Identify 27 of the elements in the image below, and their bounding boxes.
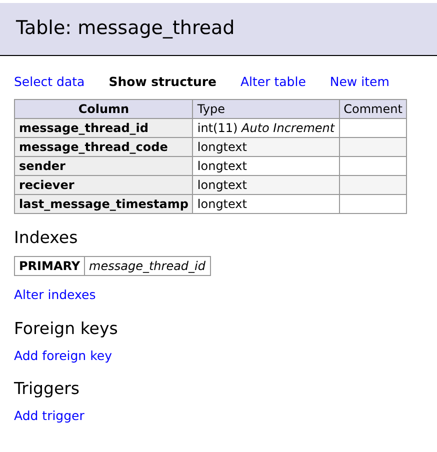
comment-cell [339, 176, 407, 195]
type-cell: longtext [192, 176, 340, 195]
page-title: Table: message_thread [16, 16, 236, 41]
column-name-cell: reciever [14, 176, 193, 195]
index-type-cell: PRIMARY [14, 256, 85, 276]
comment-cell [339, 194, 407, 214]
column-name-cell: message_thread_code [14, 138, 193, 157]
column-header: Comment [339, 100, 407, 119]
action-link[interactable]: Alter indexes [14, 287, 96, 302]
column-name-cell: sender [14, 156, 193, 176]
column-name-cell: message_thread_id [14, 118, 193, 138]
index-column-cell: message_thread_id [84, 256, 210, 276]
column-header: Column [14, 100, 193, 119]
section-heading: Triggers [14, 379, 81, 400]
action-link[interactable]: Add foreign key [14, 348, 112, 363]
section-heading: Foreign keys [14, 318, 119, 339]
column-header: Type [192, 100, 340, 119]
nav-link[interactable]: Select data [14, 72, 85, 92]
section-heading: Indexes [14, 228, 79, 248]
comment-cell [339, 138, 407, 157]
nav-link[interactable]: Alter table [240, 72, 306, 92]
type-cell: longtext [192, 194, 340, 214]
action-link[interactable]: Add trigger [14, 408, 84, 424]
column-name-cell: last_message_timestamp [14, 194, 193, 214]
nav-link[interactable]: New item [330, 72, 390, 92]
nav-link[interactable]: Show structure [108, 72, 216, 92]
type-cell: longtext [192, 138, 340, 157]
